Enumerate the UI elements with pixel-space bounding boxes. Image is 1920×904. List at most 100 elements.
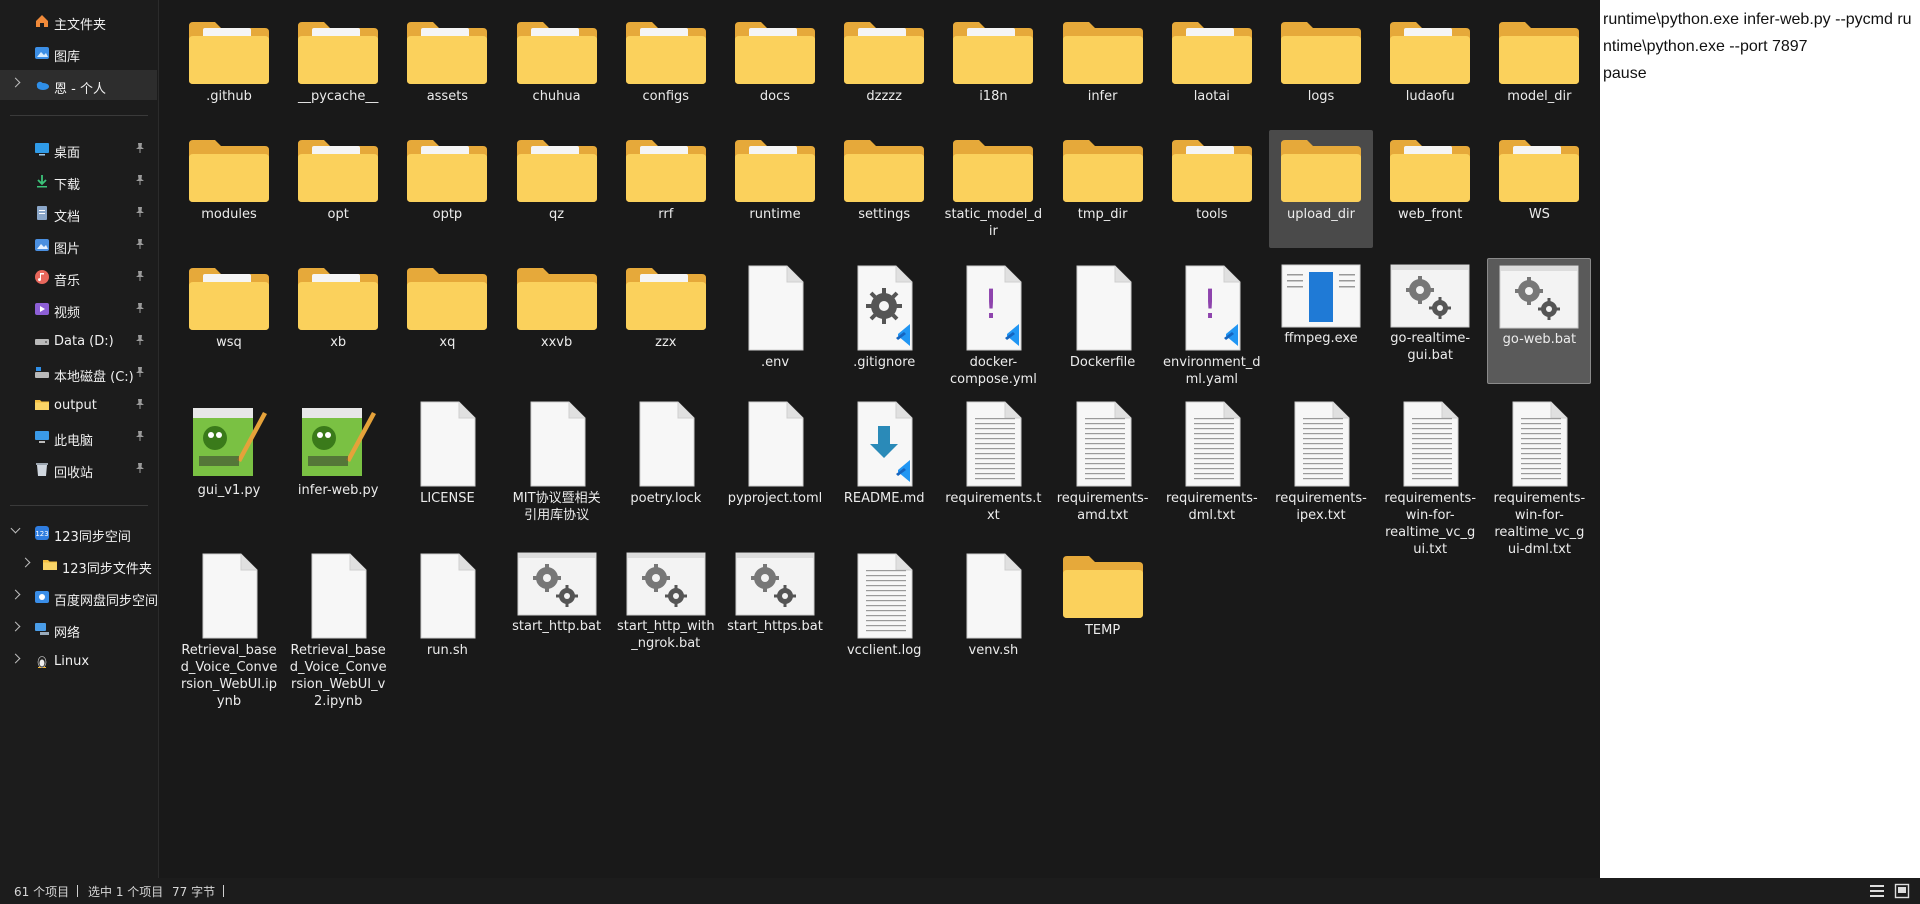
large-icons-view-icon[interactable] — [1894, 883, 1910, 899]
file-item[interactable]: configs — [614, 12, 718, 112]
file-item[interactable]: infer-web.py — [286, 394, 390, 540]
file-item[interactable]: rrf — [614, 130, 718, 248]
file-item[interactable]: venv.sh — [941, 546, 1045, 716]
chevron-right-icon[interactable] — [10, 77, 21, 88]
pin-icon[interactable] — [133, 365, 147, 379]
file-item[interactable]: go-realtime-gui.bat — [1378, 258, 1482, 384]
pin-icon[interactable] — [133, 237, 147, 251]
file-item[interactable]: qz — [505, 130, 609, 248]
sidebar-item[interactable]: Data (D:) — [0, 326, 157, 356]
sidebar-item[interactable]: 视频 — [0, 294, 157, 324]
file-item[interactable]: poetry.lock — [614, 394, 718, 540]
file-item[interactable]: .env — [723, 258, 827, 384]
pin-icon[interactable] — [133, 301, 147, 315]
recycle-bin-icon — [34, 461, 50, 477]
sidebar-item[interactable]: 网络 — [0, 614, 157, 644]
file-item[interactable]: run.sh — [395, 546, 499, 716]
file-item[interactable]: LICENSE — [395, 394, 499, 540]
file-item[interactable]: dzzzz — [832, 12, 936, 112]
pin-icon[interactable] — [133, 429, 147, 443]
pin-icon[interactable] — [133, 173, 147, 187]
file-item[interactable]: i18n — [941, 12, 1045, 112]
file-item[interactable]: infer — [1051, 12, 1155, 112]
sidebar-item[interactable]: 123同步文件夹 — [0, 550, 157, 580]
file-item[interactable]: static_model_dir — [941, 130, 1045, 248]
sidebar-item[interactable]: 恩 - 个人 — [0, 70, 157, 100]
file-item[interactable]: wsq — [177, 258, 281, 384]
file-item[interactable]: logs — [1269, 12, 1373, 112]
file-item[interactable]: requirements-win-for-realtime_vc_gui.txt — [1378, 394, 1482, 557]
chevron-right-icon[interactable] — [10, 653, 21, 664]
pin-icon[interactable] — [133, 461, 147, 475]
file-item[interactable]: TEMP — [1051, 546, 1155, 716]
sidebar-item[interactable]: 本地磁盘 (C:) — [0, 358, 157, 388]
file-item[interactable]: __pycache__ — [286, 12, 390, 112]
sidebar-item[interactable]: 回收站 — [0, 454, 157, 484]
chevron-down-icon[interactable] — [10, 523, 21, 534]
file-item[interactable]: opt — [286, 130, 390, 248]
sidebar-item[interactable]: 音乐 — [0, 262, 157, 292]
pin-icon[interactable] — [133, 397, 147, 411]
file-item[interactable]: upload_dir — [1269, 130, 1373, 248]
file-item[interactable]: .github — [177, 12, 281, 112]
file-item[interactable]: tmp_dir — [1051, 130, 1155, 248]
file-item[interactable]: requirements-ipex.txt — [1269, 394, 1373, 540]
file-item[interactable]: gui_v1.py — [177, 394, 281, 540]
sidebar-item[interactable]: 百度网盘同步空间 — [0, 582, 158, 612]
pin-icon[interactable] — [133, 205, 147, 219]
file-item[interactable]: requirements.txt — [941, 394, 1045, 540]
file-item[interactable]: Dockerfile — [1051, 258, 1155, 384]
sidebar-item[interactable]: 下载 — [0, 166, 157, 196]
file-item[interactable]: chuhua — [505, 12, 609, 112]
sidebar-item[interactable]: 文档 — [0, 198, 157, 228]
file-item[interactable]: xq — [395, 258, 499, 384]
file-item[interactable]: xb — [286, 258, 390, 384]
sidebar-item[interactable]: 123 123同步空间 — [0, 518, 157, 548]
file-item[interactable]: web_front — [1378, 130, 1482, 248]
sidebar-item[interactable]: 主文件夹 — [0, 6, 157, 36]
file-item[interactable]: ludaofu — [1378, 12, 1482, 112]
sidebar-item[interactable]: 桌面 — [0, 134, 157, 164]
file-item[interactable]: .gitignore — [832, 258, 936, 384]
sidebar-item[interactable]: 图库 — [0, 38, 157, 68]
file-item[interactable]: model_dir — [1487, 12, 1591, 112]
pin-icon[interactable] — [133, 333, 147, 347]
sidebar-item[interactable]: 此电脑 — [0, 422, 157, 452]
file-item[interactable]: ! docker-compose.yml — [941, 258, 1045, 387]
file-item[interactable]: xxvb — [505, 258, 609, 384]
pin-icon[interactable] — [133, 141, 147, 155]
file-item[interactable]: laotai — [1160, 12, 1264, 112]
file-item[interactable]: requirements-amd.txt — [1051, 394, 1155, 540]
file-item[interactable]: start_http_with_ngrok.bat — [614, 546, 718, 716]
file-item[interactable]: runtime — [723, 130, 827, 248]
file-item[interactable]: settings — [832, 130, 936, 248]
file-item[interactable]: ! environment_dml.yaml — [1160, 258, 1264, 387]
details-view-icon[interactable] — [1869, 883, 1885, 899]
file-item[interactable]: requirements-dml.txt — [1160, 394, 1264, 540]
file-item[interactable]: modules — [177, 130, 281, 248]
file-item[interactable]: WS — [1487, 130, 1591, 248]
file-item[interactable]: zzx — [614, 258, 718, 384]
chevron-right-icon[interactable] — [10, 589, 21, 600]
sidebar-item[interactable]: output — [0, 390, 157, 420]
file-item[interactable]: optp — [395, 130, 499, 248]
file-item[interactable]: tools — [1160, 130, 1264, 248]
chevron-right-icon[interactable] — [20, 557, 31, 568]
chevron-right-icon[interactable] — [10, 621, 21, 632]
file-item[interactable]: README.md — [832, 394, 936, 540]
file-item[interactable]: Retrieval_based_Voice_Conversion_WebUI.i… — [177, 546, 281, 716]
file-item[interactable]: requirements-win-for-realtime_vc_gui-dml… — [1487, 394, 1591, 557]
file-item[interactable]: ffmpeg.exe — [1269, 258, 1373, 384]
file-item[interactable]: pyproject.toml — [723, 394, 827, 540]
pin-icon[interactable] — [133, 269, 147, 283]
file-item[interactable]: Retrieval_based_Voice_Conversion_WebUI_v… — [286, 546, 390, 716]
file-item[interactable]: go-web.bat — [1487, 258, 1592, 384]
file-item[interactable]: vcclient.log — [832, 546, 936, 716]
file-item[interactable]: start_https.bat — [723, 546, 827, 716]
sidebar-item[interactable]: 图片 — [0, 230, 157, 260]
file-item[interactable]: start_http.bat — [505, 546, 609, 716]
file-item[interactable]: docs — [723, 12, 827, 112]
file-item[interactable]: assets — [395, 12, 499, 112]
file-item[interactable]: MIT协议暨相关引用库协议 — [505, 394, 609, 540]
sidebar-item[interactable]: Linux — [0, 646, 157, 676]
